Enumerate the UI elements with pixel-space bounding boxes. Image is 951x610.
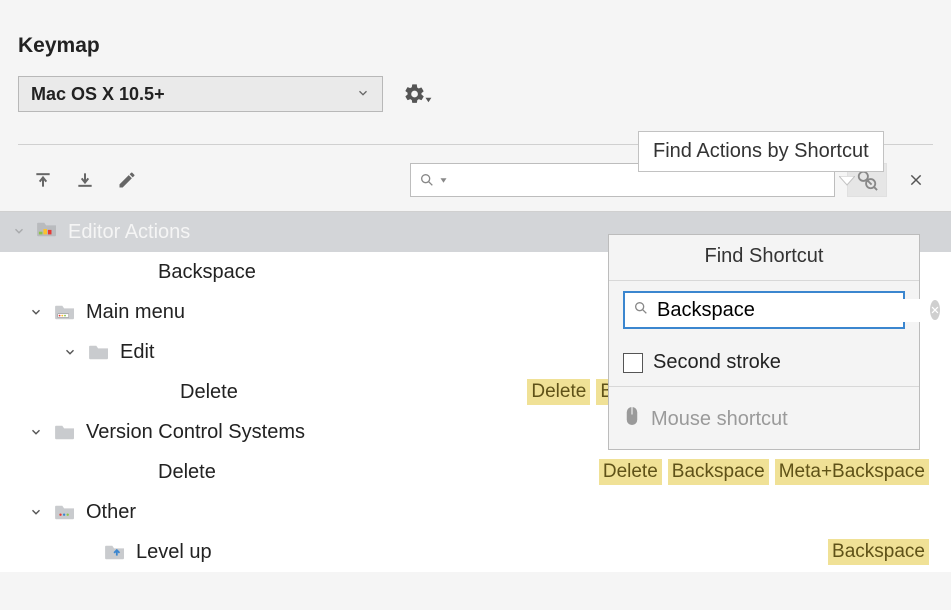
- second-stroke-label: Second stroke: [653, 351, 781, 374]
- tree-group-label: Edit: [120, 341, 154, 364]
- second-stroke-checkbox[interactable]: [623, 353, 643, 373]
- chevron-down-icon: [12, 221, 26, 244]
- action-label: Level up: [136, 541, 212, 564]
- chevron-down-icon: [28, 305, 44, 319]
- tree-group-other[interactable]: Other: [0, 492, 951, 532]
- clear-input-button[interactable]: [930, 300, 940, 320]
- tree-group-label: Other: [86, 501, 136, 524]
- shortcut-badge: Meta+Backspace: [775, 459, 929, 485]
- edit-button[interactable]: [112, 165, 142, 195]
- find-shortcut-popup: Find Shortcut Second stroke Mouse shortc…: [608, 234, 920, 450]
- expand-all-button[interactable]: [28, 165, 58, 195]
- tree-group-label: Main menu: [86, 301, 185, 324]
- action-label: Delete: [180, 381, 238, 404]
- keymap-scheme-selected: Mac OS X 10.5+: [31, 84, 165, 105]
- mouse-shortcut-row[interactable]: Mouse shortcut: [609, 386, 919, 449]
- shortcut-badge: Backspace: [828, 539, 929, 565]
- collapse-all-button[interactable]: [70, 165, 100, 195]
- shortcut-search-input[interactable]: [657, 299, 922, 322]
- search-icon: [633, 300, 649, 321]
- find-by-shortcut-tooltip: Find Actions by Shortcut: [638, 131, 884, 172]
- clear-search-button[interactable]: [899, 163, 933, 197]
- folder-icon: [88, 343, 114, 361]
- level-up-icon: [104, 543, 130, 561]
- shortcut-search-box[interactable]: [623, 291, 905, 329]
- scheme-row: Mac OS X 10.5+: [0, 58, 951, 112]
- chevron-down-icon: [28, 505, 44, 519]
- chevron-down-icon: [28, 425, 44, 439]
- popup-title: Find Shortcut: [609, 235, 919, 280]
- action-row[interactable]: Delete Delete Backspace Meta+Backspace: [0, 452, 951, 492]
- second-stroke-row[interactable]: Second stroke: [609, 339, 919, 386]
- chevron-down-icon: [62, 345, 78, 359]
- keymap-scheme-dropdown[interactable]: Mac OS X 10.5+: [18, 76, 383, 112]
- shortcut-badge: Delete: [527, 379, 590, 405]
- chevron-down-icon: [356, 84, 370, 105]
- mouse-shortcut-label: Mouse shortcut: [651, 408, 788, 431]
- mouse-icon: [623, 405, 641, 433]
- action-label: Backspace: [18, 261, 256, 284]
- action-row[interactable]: Level up Backspace: [0, 532, 951, 572]
- folder-icon: [54, 303, 80, 321]
- tooltip-arrow-icon: [839, 173, 855, 183]
- tree-group-label: Editor Actions: [68, 221, 190, 244]
- folder-icon: [54, 423, 80, 441]
- folder-icon: [36, 220, 58, 244]
- tree-group-label: Version Control Systems: [86, 421, 305, 444]
- action-label: Delete: [18, 461, 216, 484]
- folder-icon: [54, 503, 80, 521]
- shortcut-badge: Backspace: [668, 459, 769, 485]
- shortcut-badge: Delete: [599, 459, 662, 485]
- page-title: Keymap: [0, 0, 951, 58]
- scheme-settings-button[interactable]: [403, 79, 433, 109]
